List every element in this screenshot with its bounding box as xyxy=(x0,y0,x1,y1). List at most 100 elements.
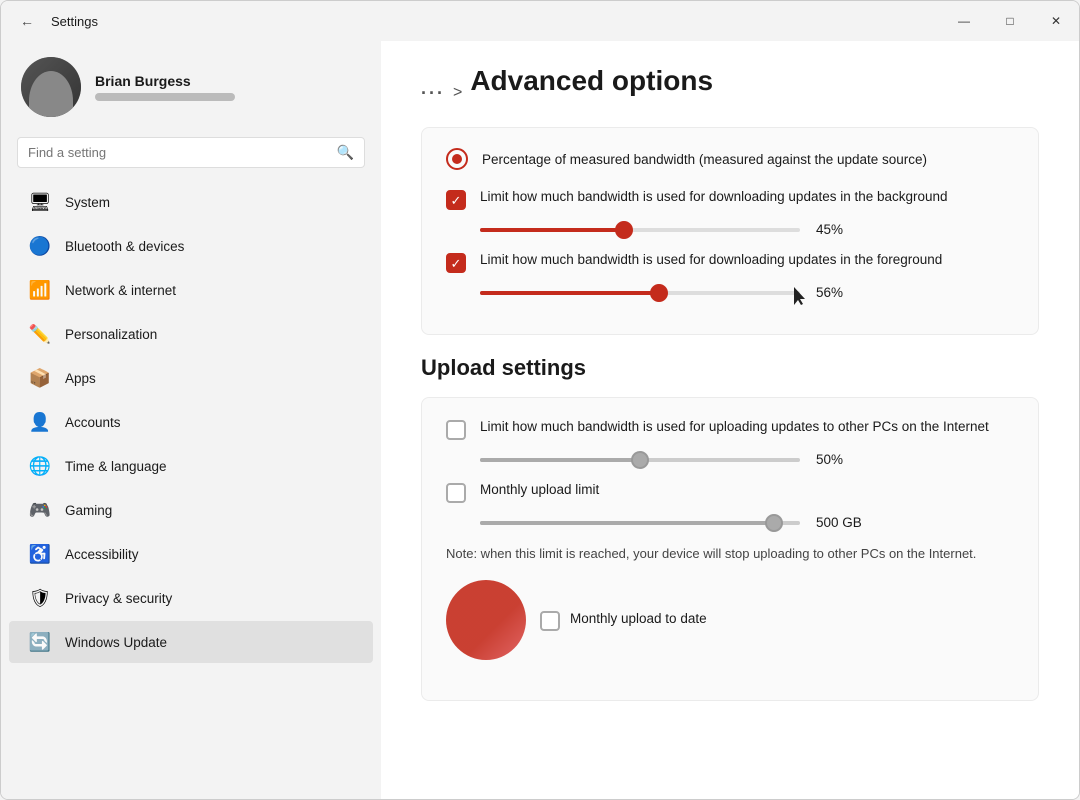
sidebar-item-time[interactable]: 🌐 Time & language xyxy=(9,445,373,487)
monthly-upload-label: Monthly upload to date xyxy=(570,610,707,629)
system-icon: 🖥 xyxy=(29,191,51,213)
slider-row-2: 56% xyxy=(480,285,1014,300)
upload-slider-value: 50% xyxy=(816,452,860,467)
upload-card: Limit how much bandwidth is used for upl… xyxy=(421,397,1039,701)
radio-button[interactable] xyxy=(446,148,468,170)
sidebar: Brian Burgess 🔍 🖥 System 🔵 Bluetooth & d… xyxy=(1,41,381,799)
bottom-area: Monthly upload to date xyxy=(446,580,1014,680)
monthly-upload-checkbox[interactable] xyxy=(540,611,560,631)
sidebar-item-accounts[interactable]: 👤 Accounts xyxy=(9,401,373,443)
user-name: Brian Burgess xyxy=(95,73,235,89)
search-box[interactable]: 🔍 xyxy=(17,137,365,168)
sidebar-item-network[interactable]: 📶 Network & internet xyxy=(9,269,373,311)
sidebar-item-accessibility[interactable]: ♿ Accessibility xyxy=(9,533,373,575)
checkbox-label-2: Limit how much bandwidth is used for dow… xyxy=(480,251,942,270)
sidebar-item-label: Apps xyxy=(65,371,96,386)
time-icon: 🌐 xyxy=(29,455,51,477)
search-icon: 🔍 xyxy=(337,144,354,161)
windows-update-icon: 🔄 xyxy=(29,631,51,653)
monthly-limit-slider-row: 500 GB xyxy=(480,515,1014,530)
user-profile: Brian Burgess xyxy=(1,41,381,133)
avatar-silhouette xyxy=(29,71,73,117)
monthly-upload-row: Monthly upload to date xyxy=(446,580,1014,660)
upload-checkbox-label: Limit how much bandwidth is used for upl… xyxy=(480,418,989,437)
user-info: Brian Burgess xyxy=(95,73,235,101)
upload-checkbox-row: Limit how much bandwidth is used for upl… xyxy=(446,418,1014,440)
breadcrumb: ··· > Advanced options xyxy=(421,65,1039,121)
privacy-icon: 🛡 xyxy=(29,587,51,609)
sidebar-item-label: Network & internet xyxy=(65,283,176,298)
titlebar-controls: — □ ✕ xyxy=(941,1,1079,41)
sidebar-item-windows-update[interactable]: 🔄 Windows Update xyxy=(9,621,373,663)
sidebar-item-label: Bluetooth & devices xyxy=(65,239,184,254)
checkbox-row-2: ✓ Limit how much bandwidth is used for d… xyxy=(446,251,1014,273)
content-area: Brian Burgess 🔍 🖥 System 🔵 Bluetooth & d… xyxy=(1,41,1079,799)
upload-title: Upload settings xyxy=(421,355,1039,381)
sidebar-item-privacy[interactable]: 🛡 Privacy & security xyxy=(9,577,373,619)
check-icon-2: ✓ xyxy=(451,257,462,270)
monthly-limit-slider-track[interactable] xyxy=(480,521,800,525)
network-icon: 📶 xyxy=(29,279,51,301)
sidebar-item-system[interactable]: 🖥 System xyxy=(9,181,373,223)
slider-row-1: 45% xyxy=(480,222,1014,237)
back-button[interactable]: ← xyxy=(13,7,41,35)
gaming-icon: 🎮 xyxy=(29,499,51,521)
search-input[interactable] xyxy=(28,145,329,160)
titlebar: ← Settings — □ ✕ xyxy=(1,1,1079,41)
monthly-limit-value: 500 GB xyxy=(816,515,862,530)
slider-2-fill xyxy=(480,291,659,295)
slider-2-track[interactable] xyxy=(480,291,800,295)
download-section: Percentage of measured bandwidth (measur… xyxy=(421,127,1039,335)
upload-checkbox[interactable] xyxy=(446,420,466,440)
upload-slider-track[interactable] xyxy=(480,458,800,462)
page-title: Advanced options xyxy=(470,65,713,97)
personalization-icon: ✏️ xyxy=(29,323,51,345)
radio-label: Percentage of measured bandwidth (measur… xyxy=(482,152,927,167)
breadcrumb-separator: > xyxy=(453,84,462,102)
monthly-limit-checkbox[interactable] xyxy=(446,483,466,503)
bluetooth-icon: 🔵 xyxy=(29,235,51,257)
check-icon-1: ✓ xyxy=(451,194,462,207)
sidebar-item-apps[interactable]: 📦 Apps xyxy=(9,357,373,399)
accessibility-icon: ♿ xyxy=(29,543,51,565)
sidebar-item-label: Personalization xyxy=(65,327,157,342)
monthly-limit-row: Monthly upload limit xyxy=(446,481,1014,503)
slider-1-thumb[interactable] xyxy=(615,221,633,239)
slider-1-value: 45% xyxy=(816,222,860,237)
sidebar-item-personalization[interactable]: ✏️ Personalization xyxy=(9,313,373,355)
sidebar-item-label: Accessibility xyxy=(65,547,139,562)
note-text: Note: when this limit is reached, your d… xyxy=(446,544,1014,564)
slider-1-fill xyxy=(480,228,624,232)
close-button[interactable]: ✕ xyxy=(1033,1,1079,41)
radio-row: Percentage of measured bandwidth (measur… xyxy=(446,148,1014,170)
checkbox-1[interactable]: ✓ xyxy=(446,190,466,210)
checkbox-label-1: Limit how much bandwidth is used for dow… xyxy=(480,188,948,207)
checkbox-2[interactable]: ✓ xyxy=(446,253,466,273)
slider-1-track[interactable] xyxy=(480,228,800,232)
upload-slider-fill xyxy=(480,458,640,462)
monthly-upload-date-container: Monthly upload to date xyxy=(540,609,707,631)
maximize-button[interactable]: □ xyxy=(987,1,1033,41)
sidebar-item-label: Privacy & security xyxy=(65,591,172,606)
monthly-limit-slider-fill xyxy=(480,521,774,525)
sidebar-item-bluetooth[interactable]: 🔵 Bluetooth & devices xyxy=(9,225,373,267)
sidebar-item-label: System xyxy=(65,195,110,210)
slider-2-thumb[interactable] xyxy=(650,284,668,302)
avatar xyxy=(21,57,81,117)
accounts-icon: 👤 xyxy=(29,411,51,433)
sidebar-item-label: Gaming xyxy=(65,503,112,518)
titlebar-title: Settings xyxy=(51,14,98,29)
monthly-limit-label: Monthly upload limit xyxy=(480,481,599,500)
apps-icon: 📦 xyxy=(29,367,51,389)
user-account-bar xyxy=(95,93,235,101)
sidebar-item-label: Time & language xyxy=(65,459,167,474)
titlebar-left: ← Settings xyxy=(13,7,98,35)
upload-section: Upload settings Limit how much bandwidth… xyxy=(421,355,1039,701)
monthly-limit-slider-thumb[interactable] xyxy=(765,514,783,532)
upload-slider-thumb[interactable] xyxy=(631,451,649,469)
settings-window: ← Settings — □ ✕ Brian Burgess xyxy=(0,0,1080,800)
breadcrumb-dots[interactable]: ··· xyxy=(421,83,445,104)
checkbox-row-1: ✓ Limit how much bandwidth is used for d… xyxy=(446,188,1014,210)
sidebar-item-gaming[interactable]: 🎮 Gaming xyxy=(9,489,373,531)
minimize-button[interactable]: — xyxy=(941,1,987,41)
